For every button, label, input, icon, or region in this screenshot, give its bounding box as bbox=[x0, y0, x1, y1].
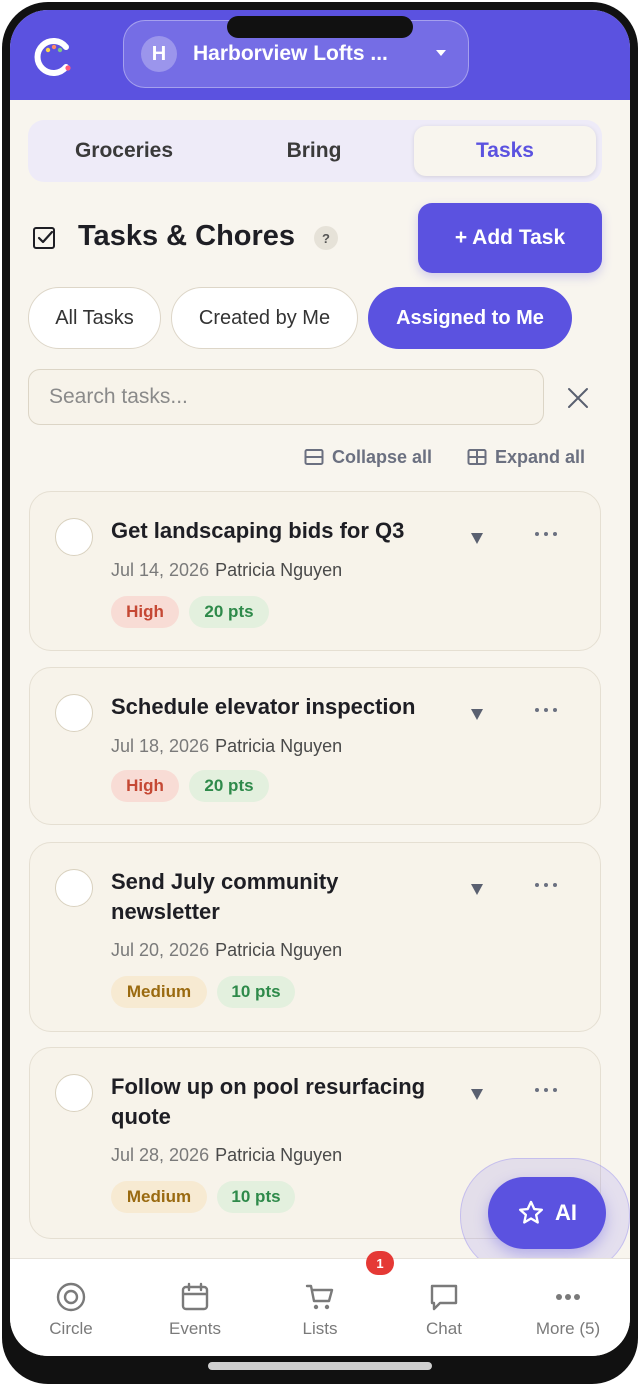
app-logo-icon[interactable] bbox=[34, 37, 74, 77]
task-due-date: Jul 20, 2026 bbox=[111, 940, 210, 960]
collapse-icon bbox=[304, 449, 324, 465]
expand-task-icon[interactable] bbox=[471, 533, 483, 544]
tab-groceries[interactable]: Groceries bbox=[34, 126, 214, 176]
task-card[interactable]: Send July community newsletter Jul 20, 2… bbox=[29, 842, 601, 1032]
nav-lists[interactable]: Lists bbox=[270, 1281, 370, 1339]
ai-assistant-button[interactable]: AI bbox=[488, 1177, 606, 1249]
bottom-navigation: Circle Events Lists Chat More (5) bbox=[10, 1258, 630, 1356]
collapse-all-label: Collapse all bbox=[332, 446, 433, 467]
priority-badge: High bbox=[111, 770, 179, 802]
expand-all-button[interactable]: Expand all bbox=[467, 445, 585, 469]
task-assignee: Patricia Nguyen bbox=[215, 560, 343, 580]
task-complete-checkbox[interactable] bbox=[55, 694, 93, 732]
camera-notch bbox=[227, 16, 413, 38]
more-icon bbox=[556, 1294, 580, 1300]
filter-assigned-to-me[interactable]: Assigned to Me bbox=[368, 287, 572, 349]
chat-icon bbox=[430, 1284, 458, 1311]
task-assignee: Patricia Nguyen bbox=[215, 736, 343, 756]
nav-label: Lists bbox=[302, 1319, 338, 1338]
calendar-icon bbox=[181, 1282, 209, 1311]
task-card[interactable]: Get landscaping bids for Q3 Jul 14, 2026… bbox=[29, 491, 601, 651]
add-task-button[interactable]: + Add Task bbox=[418, 203, 602, 273]
more-options-icon[interactable] bbox=[535, 1088, 559, 1094]
home-indicator[interactable] bbox=[208, 1362, 432, 1370]
task-title: Follow up on pool resurfacing quote bbox=[111, 1074, 426, 1129]
task-complete-checkbox[interactable] bbox=[55, 1074, 93, 1112]
points-badge: 10 pts bbox=[217, 1181, 295, 1213]
app-screen: H Harborview Lofts ... Groceries Bring T… bbox=[10, 10, 630, 1356]
property-name: Harborview Lofts ... bbox=[193, 42, 388, 65]
search-input[interactable] bbox=[28, 369, 544, 425]
nav-circle[interactable]: Circle bbox=[21, 1281, 121, 1339]
page-title: Tasks & Chores bbox=[78, 220, 296, 252]
checkbox-icon bbox=[33, 227, 55, 249]
expand-icon bbox=[467, 449, 487, 465]
points-badge: 20 pts bbox=[189, 770, 269, 802]
nav-label: More (5) bbox=[535, 1319, 601, 1338]
priority-badge: Medium bbox=[111, 1181, 207, 1213]
task-due-date: Jul 14, 2026 bbox=[111, 560, 210, 580]
filter-all-tasks[interactable]: All Tasks bbox=[28, 287, 161, 349]
tab-tasks[interactable]: Tasks bbox=[414, 126, 596, 176]
expand-task-icon[interactable] bbox=[471, 709, 483, 720]
cart-icon bbox=[305, 1284, 334, 1310]
more-options-icon[interactable] bbox=[535, 883, 559, 889]
expand-task-icon[interactable] bbox=[471, 884, 483, 895]
expand-task-icon[interactable] bbox=[471, 1089, 483, 1100]
collapse-all-button[interactable]: Collapse all bbox=[304, 445, 432, 469]
property-avatar: H bbox=[141, 36, 177, 72]
task-meta: Jul 28, 2026 Patricia Nguyen bbox=[111, 1145, 342, 1166]
points-badge: 10 pts bbox=[217, 976, 295, 1008]
nav-label: Chat bbox=[426, 1319, 462, 1338]
nav-events[interactable]: Events bbox=[145, 1281, 245, 1339]
task-due-date: Jul 18, 2026 bbox=[111, 736, 210, 756]
nav-more[interactable]: More (5) bbox=[518, 1281, 618, 1339]
task-complete-checkbox[interactable] bbox=[55, 518, 93, 556]
nav-label: Events bbox=[169, 1319, 221, 1338]
task-card[interactable]: Schedule elevator inspection Jul 18, 202… bbox=[29, 667, 601, 825]
star-icon bbox=[518, 1200, 544, 1224]
phone-frame: H Harborview Lofts ... Groceries Bring T… bbox=[0, 0, 640, 1386]
priority-badge: Medium bbox=[111, 976, 207, 1008]
task-title: Schedule elevator inspection bbox=[111, 694, 416, 719]
more-options-icon[interactable] bbox=[535, 708, 559, 714]
circle-icon bbox=[56, 1282, 86, 1312]
task-title: Send July community newsletter bbox=[111, 869, 339, 924]
close-icon[interactable] bbox=[566, 386, 590, 410]
help-icon[interactable]: ? bbox=[314, 226, 338, 250]
task-meta: Jul 18, 2026 Patricia Nguyen bbox=[111, 736, 342, 757]
task-due-date: Jul 28, 2026 bbox=[111, 1145, 210, 1165]
task-title: Get landscaping bids for Q3 bbox=[111, 518, 405, 543]
tab-bring[interactable]: Bring bbox=[224, 126, 404, 176]
ai-button-label: AI bbox=[555, 1200, 577, 1225]
nav-chat[interactable]: Chat bbox=[394, 1281, 494, 1339]
expand-all-label: Expand all bbox=[495, 446, 586, 467]
task-meta: Jul 14, 2026 Patricia Nguyen bbox=[111, 560, 342, 581]
points-badge: 20 pts bbox=[189, 596, 269, 628]
task-complete-checkbox[interactable] bbox=[55, 869, 93, 907]
task-assignee: Patricia Nguyen bbox=[215, 1145, 343, 1165]
task-assignee: Patricia Nguyen bbox=[215, 940, 343, 960]
task-meta: Jul 20, 2026 Patricia Nguyen bbox=[111, 940, 342, 961]
more-options-icon[interactable] bbox=[535, 532, 559, 538]
chevron-down-icon bbox=[436, 50, 446, 56]
priority-badge: High bbox=[111, 596, 179, 628]
lists-notification-badge: 1 bbox=[366, 1251, 394, 1275]
filter-created-by-me[interactable]: Created by Me bbox=[171, 287, 358, 349]
nav-label: Circle bbox=[49, 1319, 93, 1338]
list-type-tabs: Groceries Bring Tasks bbox=[28, 120, 602, 182]
